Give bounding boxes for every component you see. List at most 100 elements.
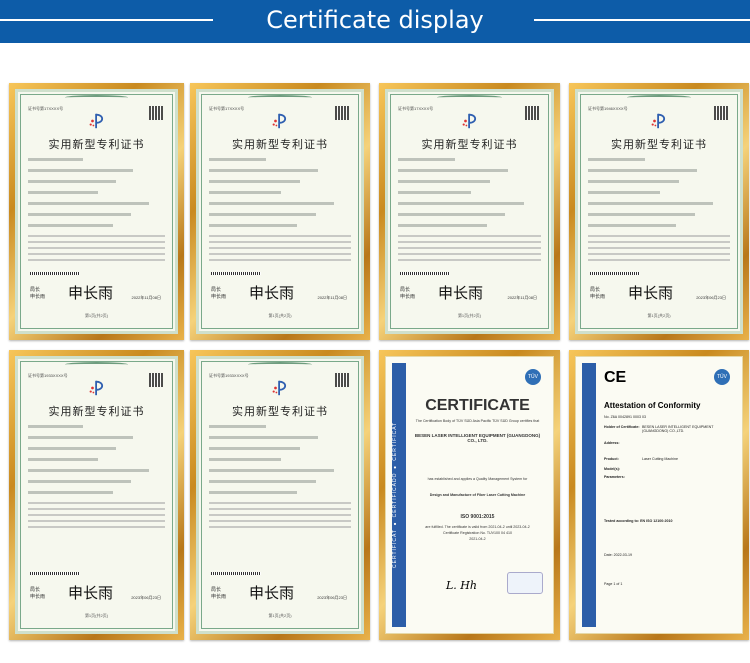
signature: L. Hh xyxy=(446,579,477,592)
field-line xyxy=(28,447,116,450)
certificate-date: 2022年11月08日 xyxy=(131,295,162,300)
field-line xyxy=(209,191,282,194)
text-line xyxy=(209,514,351,516)
certificate-number: 证书号第17XXXX号 xyxy=(28,106,64,111)
field-line xyxy=(588,158,645,161)
barcode xyxy=(211,572,261,575)
certificate-scope: Design and Manufacture of Fiber Laser Cu… xyxy=(429,493,526,497)
field-line xyxy=(28,191,98,194)
ce-certificate[interactable]: CE TÜV Attestation of Conformity No. Z6A… xyxy=(569,350,749,640)
certificate-text: has established and applies a Quality Ma… xyxy=(427,477,528,481)
company-name: BESEN LASER INTELLIGENT EQUIPMENT (GUANG… xyxy=(414,433,541,443)
field-line xyxy=(398,180,490,183)
barcode xyxy=(211,272,261,275)
ornament xyxy=(436,95,503,100)
cnipa-logo-icon xyxy=(462,113,476,129)
barcode xyxy=(30,572,80,575)
cnipa-logo-icon xyxy=(89,380,103,396)
text-line xyxy=(398,259,541,261)
patent-certificate[interactable]: 证书号第17XXXX号 实用新型专利证书 局长 申长雨 申长雨 2022年11月0… xyxy=(190,83,370,340)
field-line xyxy=(588,180,679,183)
iso-certificate[interactable]: CERTIFICAT ● CERTIFICADO ● CERTIFICAT TÜ… xyxy=(379,350,560,640)
text-line xyxy=(398,253,541,255)
field-line xyxy=(588,169,698,172)
certificate-title: 实用新型专利证书 xyxy=(232,405,328,418)
field-line xyxy=(28,425,83,428)
field-line xyxy=(398,169,509,172)
cnipa-logo-icon xyxy=(272,380,287,396)
cnipa-logo-icon xyxy=(89,113,103,129)
certificate-side-band xyxy=(582,363,596,627)
tuv-logo: TÜV xyxy=(714,369,730,385)
label: Address: xyxy=(604,441,620,445)
label: Product: xyxy=(604,457,619,461)
text-line xyxy=(588,259,730,261)
divider xyxy=(534,19,750,21)
certificate-title: 实用新型专利证书 xyxy=(232,138,328,151)
certificate-date: Date: 2022-03-19 xyxy=(604,553,632,557)
text-line xyxy=(588,241,730,243)
ornament xyxy=(247,362,313,367)
qr-code-icon xyxy=(714,106,728,120)
field-line xyxy=(28,480,131,483)
text-line xyxy=(28,526,165,528)
field-line xyxy=(398,158,456,161)
signer-label: 局长 申长雨 xyxy=(211,587,227,600)
tuv-logo: TÜV xyxy=(525,369,541,385)
text-line xyxy=(588,247,730,249)
field-line xyxy=(588,213,695,216)
field-line xyxy=(28,224,113,227)
certificate-number: 证书号第17XXXX号 xyxy=(209,106,245,111)
text-line xyxy=(209,247,351,249)
text-line xyxy=(588,253,730,255)
field-line xyxy=(209,202,334,205)
text-line xyxy=(209,520,351,522)
text-line xyxy=(28,235,165,237)
patent-certificate[interactable]: 证书号第1933XXXX号 实用新型专利证书 局长 申长雨 申长雨 2023年06… xyxy=(9,350,184,640)
certificate-title: Attestation of Conformity xyxy=(604,401,701,410)
field-line xyxy=(209,436,319,439)
field-line xyxy=(209,491,298,494)
ornament xyxy=(65,95,128,100)
field-line xyxy=(588,224,677,227)
certificate-date: 2023年06月23日 xyxy=(696,295,726,300)
barcode xyxy=(590,272,640,275)
field-line xyxy=(398,191,471,194)
field-line xyxy=(209,469,334,472)
signature: 申长雨 xyxy=(68,284,114,302)
patent-certificate[interactable]: 证书号第1933XXXX号 实用新型专利证书 局长 申长雨 申长雨 2023年06… xyxy=(190,350,370,640)
label: Parameters: xyxy=(604,475,625,479)
text-line xyxy=(398,235,541,237)
text-line xyxy=(209,508,351,510)
product: Laser Cutting Machine xyxy=(642,457,678,461)
page-footer: 第1页(共2页) xyxy=(268,313,292,318)
patent-certificate[interactable]: 证书号第17XXXX号 实用新型专利证书 局长 申长雨 申长雨 2022年11月0… xyxy=(9,83,184,340)
certificate-title: 实用新型专利证书 xyxy=(611,138,707,151)
text-line xyxy=(28,259,165,261)
field-line xyxy=(209,425,266,428)
patent-certificate[interactable]: 证书号第17XXXX号 实用新型专利证书 局长 申长雨 申长雨 2022年11月0… xyxy=(379,83,560,340)
field-line xyxy=(28,213,131,216)
cnipa-logo-icon xyxy=(272,113,287,129)
standard: ISO 9001:2015 xyxy=(460,514,495,520)
registration-number: Certificate Registration No. TUV100 04 4… xyxy=(442,531,513,535)
tested-standard: Tested according to: EN ISO 12100:2010 xyxy=(604,519,673,523)
field-line xyxy=(209,480,316,483)
patent-certificate[interactable]: 证书号第1946XXXX号 实用新型专利证书 局长 申长雨 申长雨 2023年06… xyxy=(569,83,749,340)
text-line xyxy=(28,247,165,249)
certificate-date: 2023年06月23日 xyxy=(317,595,347,600)
field-line xyxy=(28,180,116,183)
certificate-title: 实用新型专利证书 xyxy=(421,138,518,151)
ce-logo: CE xyxy=(604,369,627,386)
certificate-title: CERTIFICATE xyxy=(425,397,530,414)
text-line xyxy=(28,514,165,516)
signer-label: 局长 申长雨 xyxy=(30,287,46,300)
text-line xyxy=(28,520,165,522)
barcode xyxy=(30,272,80,275)
field-line xyxy=(588,191,661,194)
ornament xyxy=(65,362,128,367)
field-line xyxy=(28,491,113,494)
field-line xyxy=(28,169,134,172)
page-footer: 第1页(共2页) xyxy=(647,313,671,318)
qr-code-icon xyxy=(149,106,163,120)
